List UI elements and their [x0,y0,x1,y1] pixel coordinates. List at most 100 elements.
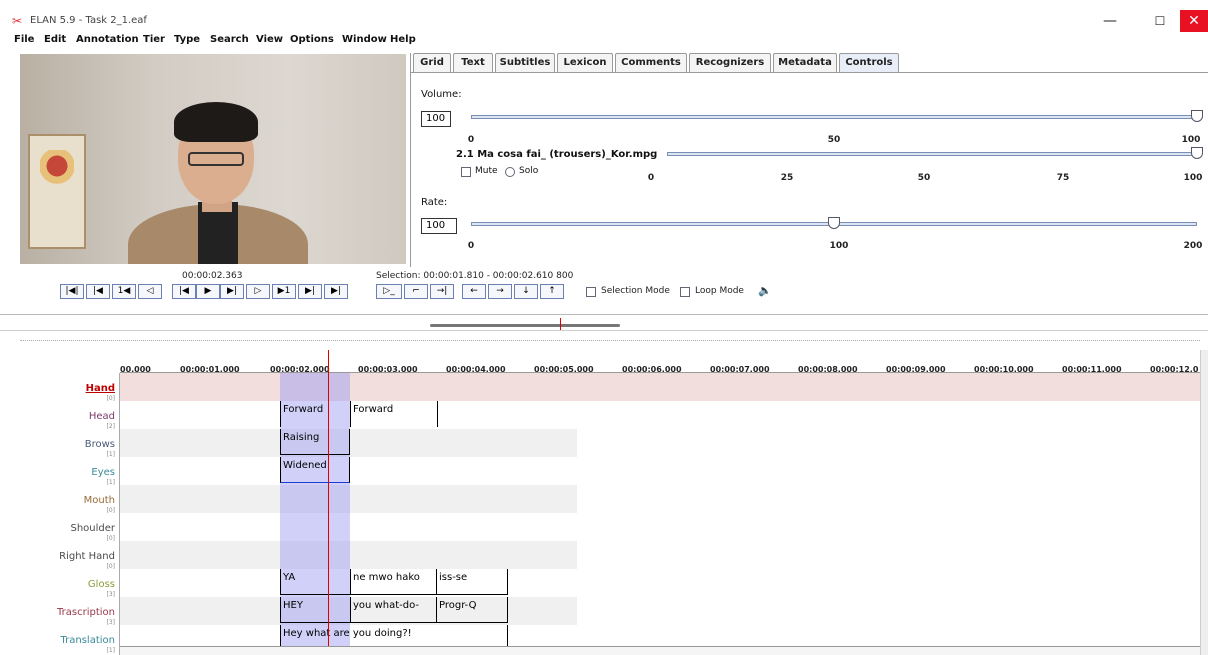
media-file-label: 2.1 Ma cosa fai_ (trousers)_Kor.mpg [456,149,658,160]
annotation-eyes-1[interactable]: Widened [280,457,350,483]
speaker-hair [174,102,258,142]
tier-label-right-hand[interactable]: Right Hand [59,551,115,562]
elan-window: ✂ ELAN 5.9 - Task 2_1.eaf — ☐ ✕ File Edi… [0,0,1208,655]
volume-slider[interactable] [471,115,1197,119]
splitter-cursor-marker [560,318,561,330]
elan-logo-icon: ✂ [12,14,23,28]
media-tick-0: 0 [647,173,655,183]
media-volume-slider[interactable] [667,152,1197,156]
menu-tier[interactable]: Tier [143,34,165,45]
previous-scrollview-button[interactable]: |◀ [86,284,110,299]
annotation-brows-1[interactable]: Raising [280,429,350,455]
close-button[interactable]: ✕ [1180,10,1208,32]
tabs-panel: Grid Text Subtitles Lexicon Comments Rec… [410,53,1208,267]
tier-label-gloss[interactable]: Gloss [88,579,115,590]
playhead-cursor[interactable] [328,350,329,655]
annotation-head-2[interactable]: Forward [350,401,438,427]
play-selection-button[interactable]: ▷_ [376,284,402,299]
tab-metadata[interactable]: Metadata [773,53,837,72]
waveform-strip [20,340,1200,346]
tab-bar: Grid Text Subtitles Lexicon Comments Rec… [411,53,1208,72]
tab-controls[interactable]: Controls [839,53,899,72]
menu-view[interactable]: View [256,34,283,45]
annotation-gloss-3[interactable]: iss-se [436,569,508,595]
vertical-scrollbar[interactable] [1200,350,1208,655]
volume-slider-thumb[interactable] [1191,110,1203,122]
time-ruler[interactable]: 00.000 00:00:01.000 00:00:02.000 00:00:0… [120,350,1200,374]
menu-options[interactable]: Options [290,34,334,45]
tier-label-shoulder[interactable]: Shoulder [70,523,115,534]
previous-annotation-button[interactable]: ← [462,284,486,299]
menu-window[interactable]: Window [342,34,387,45]
tier-label-mouth[interactable]: Mouth [84,495,115,506]
tier-label-hand[interactable]: Hand [86,383,115,394]
tier-label-brows[interactable]: Brows [85,439,115,450]
panel-splitter[interactable] [430,324,620,327]
annotation-trascription-3[interactable]: Progr-Q [436,597,508,623]
menu-search[interactable]: Search [210,34,249,45]
speaker-glasses [188,152,244,166]
loop-mode-label: Loop Mode [695,286,744,296]
menu-help[interactable]: Help [390,34,416,45]
menu-file[interactable]: File [14,34,34,45]
rate-input[interactable]: 100 [421,218,457,234]
next-second-button[interactable]: ▶1 [272,284,296,299]
speaker-icon[interactable]: 🔈 [758,284,772,297]
annotation-gloss-1[interactable]: YA [280,569,350,595]
annotation-gloss-2[interactable]: ne mwo hako [350,569,436,595]
menu-annotation[interactable]: Annotation [76,34,139,45]
annotation-trascription-2[interactable]: you what-do- [350,597,436,623]
tier-label-eyes[interactable]: Eyes [91,467,115,478]
tier-count: [0] [106,563,116,570]
tier-label-trascription[interactable]: Trascription [57,607,115,618]
menu-edit[interactable]: Edit [44,34,66,45]
media-volume-slider-thumb[interactable] [1191,147,1203,159]
go-to-begin-button[interactable]: |◀| [60,284,84,299]
selection-mode-checkbox[interactable] [586,287,596,297]
rate-label: Rate: [421,197,448,208]
maximize-button[interactable]: ☐ [1140,10,1180,32]
media-tick-75: 75 [1056,173,1070,183]
play-button[interactable]: ▶ [196,284,220,299]
rate-slider-thumb[interactable] [828,217,840,229]
next-scrollview-button[interactable]: ▶| [298,284,322,299]
minimize-button[interactable]: — [1090,10,1130,32]
previous-frame-button[interactable]: ◁ [138,284,162,299]
loop-mode-checkbox[interactable] [680,287,690,297]
volume-tick-0: 0 [467,135,475,145]
tab-subtitles[interactable]: Subtitles [495,53,555,72]
tier-label-head[interactable]: Head [89,411,115,422]
selection-begin-button[interactable]: ⌐ [404,284,428,299]
media-tick-25: 25 [780,173,794,183]
tier-down-button[interactable]: ↓ [514,284,538,299]
annotation-trascription-1[interactable]: HEY [280,597,350,623]
media-tick-50: 50 [917,173,931,183]
horizontal-scrollbar[interactable] [120,646,1200,655]
timeline-viewer[interactable]: 00.000 00:00:01.000 00:00:02.000 00:00:0… [0,350,1200,655]
previous-second-button[interactable]: 1◀ [112,284,136,299]
tier-label-translation[interactable]: Translation [61,635,116,646]
current-timecode: 00:00:02.363 [182,271,243,281]
tier-labels-panel: Hand [0] Head [2] Brows [1] Eyes [1] Mou… [0,373,120,655]
annotation-head-1[interactable]: Forward [280,401,350,427]
tab-lexicon[interactable]: Lexicon [557,53,613,72]
solo-radio[interactable] [505,167,515,177]
menu-type[interactable]: Type [174,34,200,45]
tab-recognizers[interactable]: Recognizers [689,53,771,72]
divider [0,314,1208,315]
next-annotation-button[interactable]: → [488,284,512,299]
go-to-end-button[interactable]: ▶| [324,284,348,299]
mute-checkbox[interactable] [461,167,471,177]
tier-up-button[interactable]: ↑ [540,284,564,299]
tab-grid[interactable]: Grid [413,53,451,72]
selection-end-button[interactable]: →| [430,284,454,299]
tab-text[interactable]: Text [453,53,493,72]
previous-pixel-button[interactable]: |◀ [172,284,196,299]
tab-comments[interactable]: Comments [615,53,687,72]
rate-tick-0: 0 [467,241,475,251]
video-viewer[interactable] [20,54,406,264]
next-pixel-button[interactable]: ▶| [220,284,244,299]
window-title: ELAN 5.9 - Task 2_1.eaf [30,15,147,26]
next-frame-button[interactable]: ▷ [246,284,270,299]
volume-input[interactable]: 100 [421,111,451,127]
